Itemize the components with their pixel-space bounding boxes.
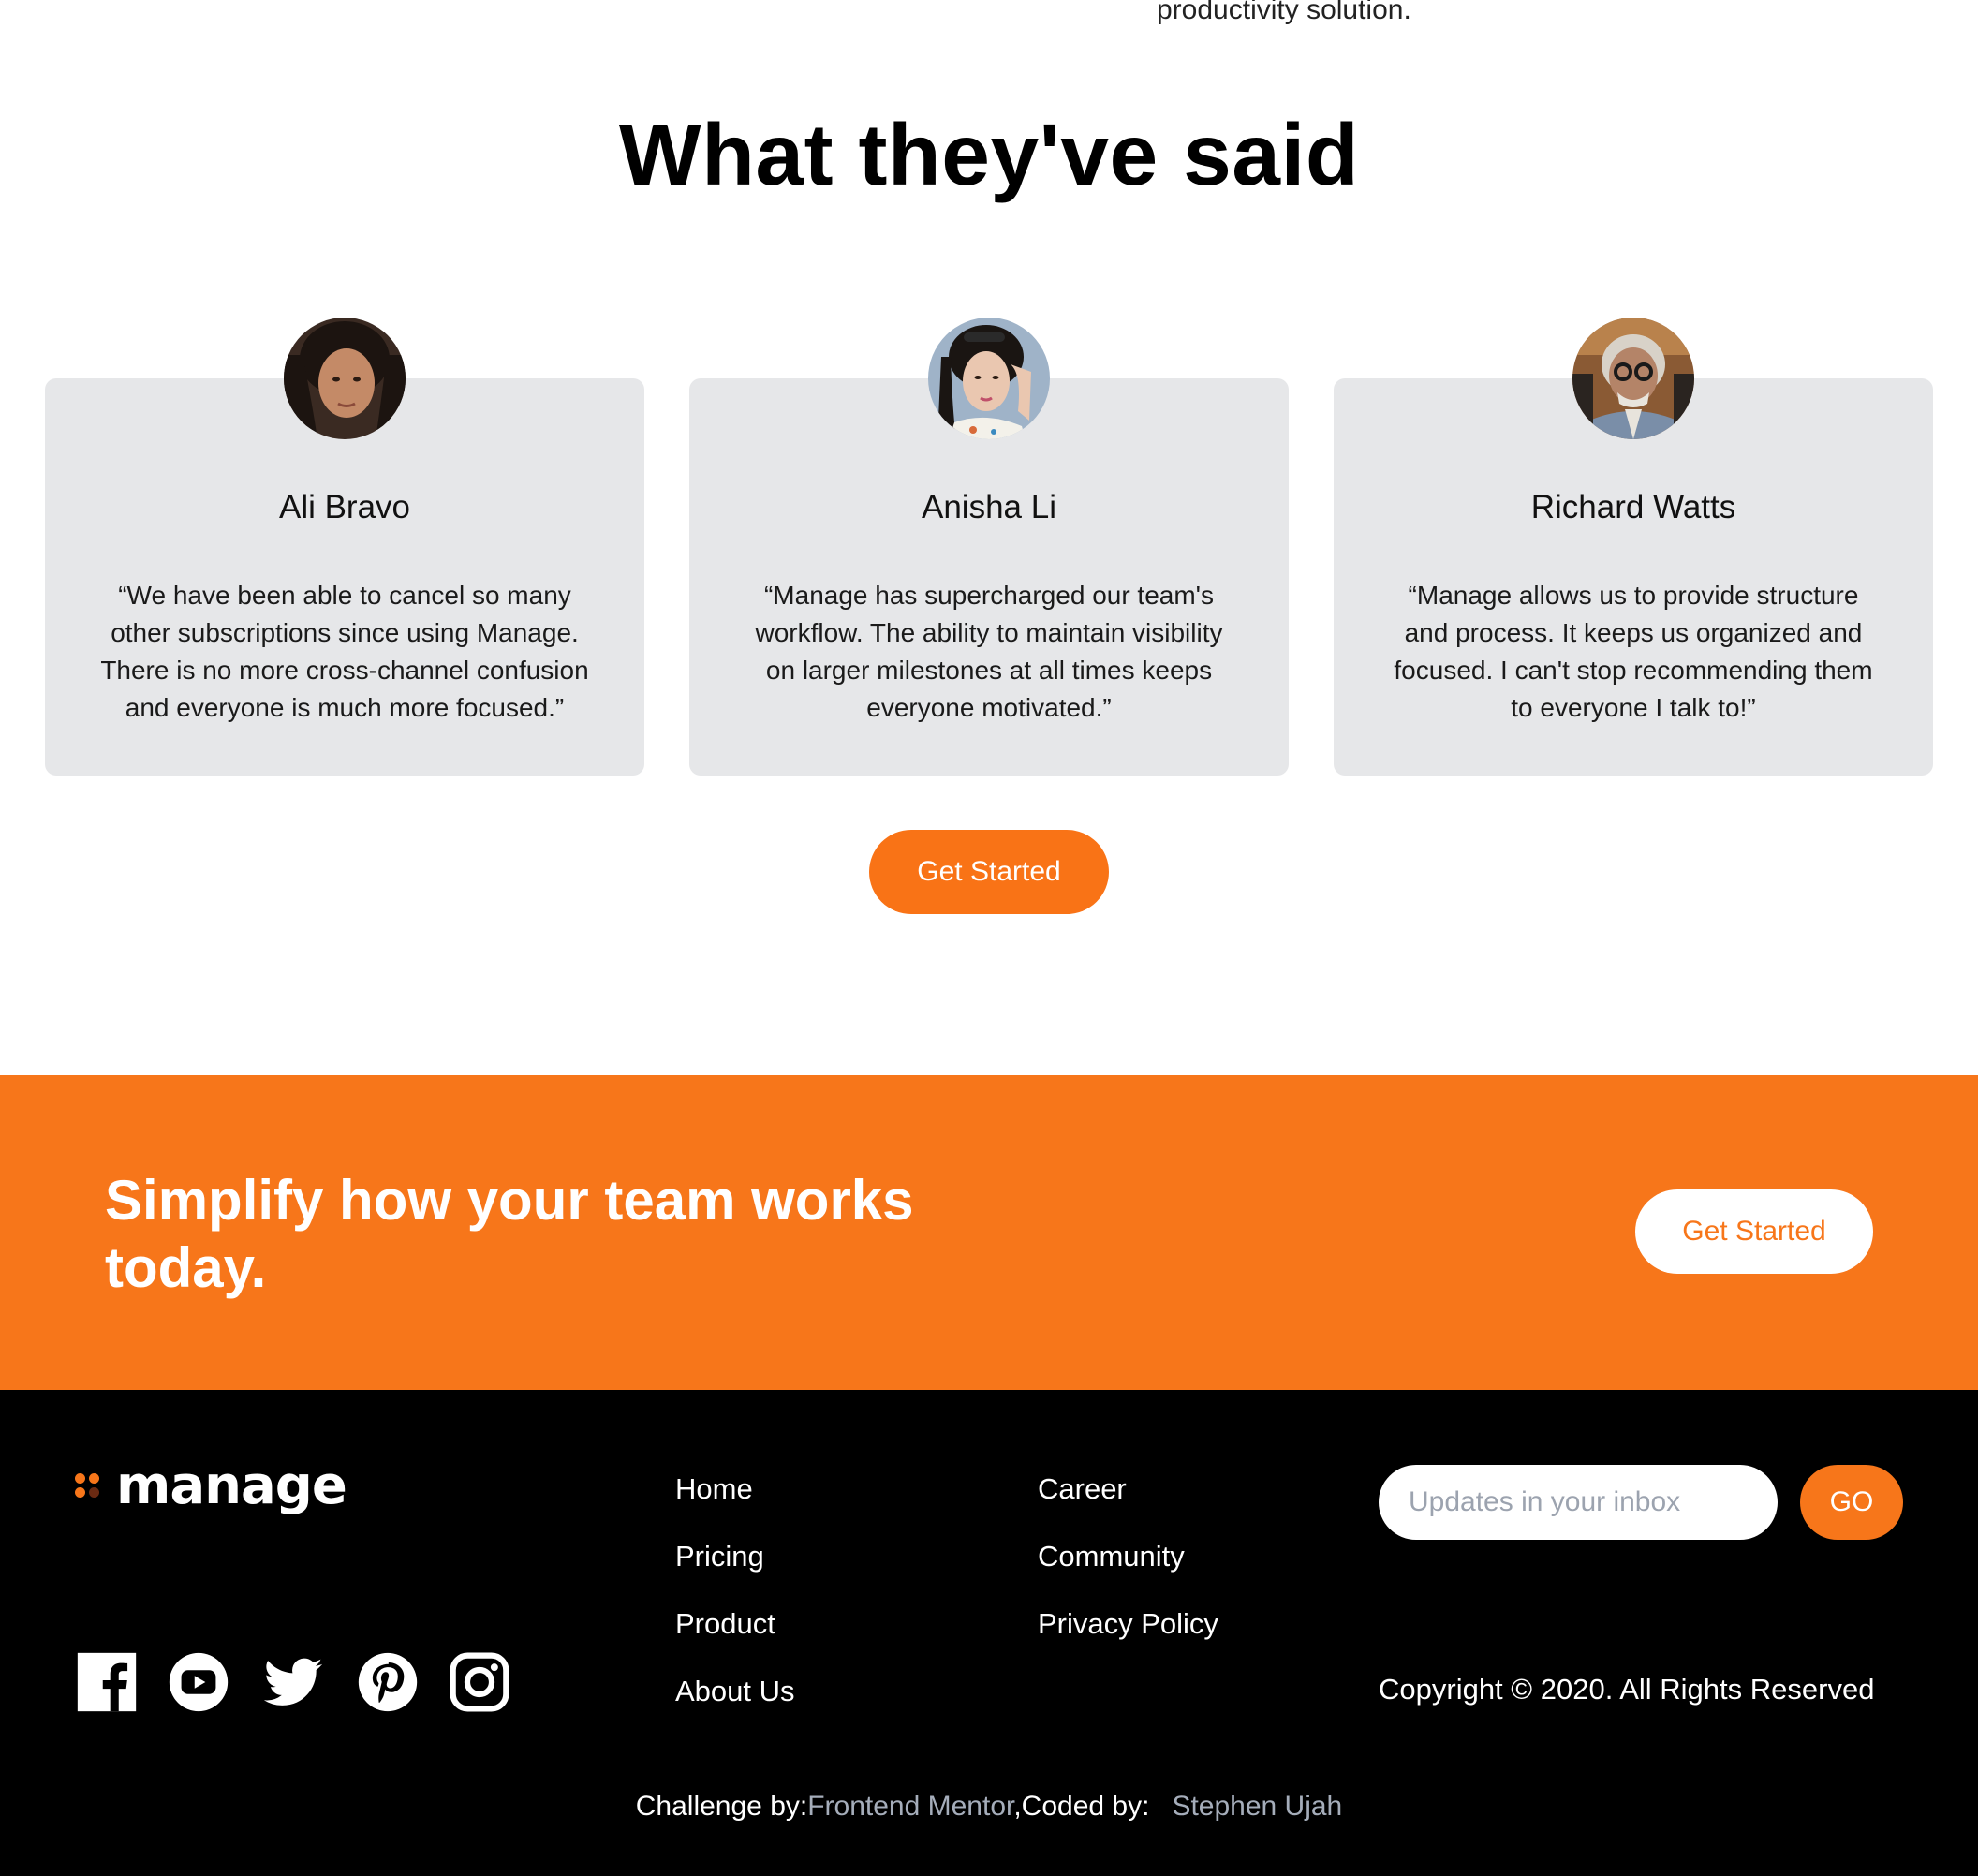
frontend-mentor-link[interactable]: Frontend Mentor	[807, 1791, 1013, 1822]
testimonial-quote: “We have been able to cancel so many oth…	[100, 581, 589, 722]
attribution-coded-label: ,Coded by:	[1013, 1791, 1150, 1822]
testimonial-name: Ali Bravo	[278, 489, 411, 525]
footer-link-home[interactable]: Home	[675, 1472, 795, 1540]
avatar-richard-image	[1572, 318, 1694, 439]
avatar-ali-image	[284, 318, 406, 439]
footer-link-career[interactable]: Career	[1038, 1472, 1218, 1540]
pinterest-icon[interactable]	[356, 1650, 420, 1714]
cta-get-started-button[interactable]: Get Started	[1635, 1189, 1873, 1274]
logo-text: manage	[116, 1455, 347, 1516]
instagram-icon[interactable]	[448, 1650, 511, 1714]
avatar	[1572, 318, 1694, 439]
social-links	[75, 1650, 511, 1714]
logo[interactable]: manage	[75, 1455, 347, 1516]
footer-link-product[interactable]: Product	[675, 1607, 795, 1675]
page: productivity solution. What they've said…	[0, 0, 1978, 1876]
copyright-text: Copyright © 2020. All Rights Reserved	[1379, 1673, 1875, 1706]
footer: manage Home Pricing Product About Us Car…	[0, 1390, 1978, 1876]
cta-heading: Simplify how your team works today.	[105, 1169, 914, 1299]
previous-section-text-fragment: productivity solution.	[1157, 0, 1411, 25]
footer-link-privacy-policy[interactable]: Privacy Policy	[1038, 1607, 1218, 1675]
newsletter-go-button[interactable]: GO	[1800, 1465, 1903, 1540]
twitter-icon[interactable]	[258, 1650, 328, 1714]
attribution: Challenge by:Frontend Mentor,Coded by: St…	[0, 1791, 1978, 1823]
logo-mark-icon	[75, 1470, 101, 1501]
avatar	[928, 318, 1050, 439]
cta-band: Simplify how your team works today. Get …	[0, 1075, 1978, 1390]
youtube-icon[interactable]	[167, 1650, 230, 1714]
testimonial-quote: “Manage has supercharged our team's work…	[755, 581, 1223, 722]
testimonials-title: What they've said	[618, 106, 1360, 203]
testimonial-quote: “Manage allows us to provide structure a…	[1394, 581, 1873, 722]
facebook-icon[interactable]	[75, 1650, 139, 1714]
testimonial-name: Anisha Li	[922, 489, 1056, 525]
author-link[interactable]: Stephen Ujah	[1172, 1791, 1342, 1822]
footer-link-community[interactable]: Community	[1038, 1540, 1218, 1607]
get-started-button[interactable]: Get Started	[869, 830, 1109, 914]
footer-link-about-us[interactable]: About Us	[675, 1675, 795, 1742]
newsletter-email-input[interactable]	[1379, 1465, 1778, 1540]
footer-nav-secondary: Career Community Privacy Policy	[1038, 1472, 1218, 1675]
attribution-challenge-label: Challenge by:	[635, 1791, 808, 1822]
avatar	[284, 318, 406, 439]
footer-nav-primary: Home Pricing Product About Us	[675, 1472, 795, 1742]
testimonial-name: Richard Watts	[1530, 489, 1736, 525]
avatar-anisha-image	[928, 318, 1050, 439]
footer-link-pricing[interactable]: Pricing	[675, 1540, 795, 1607]
